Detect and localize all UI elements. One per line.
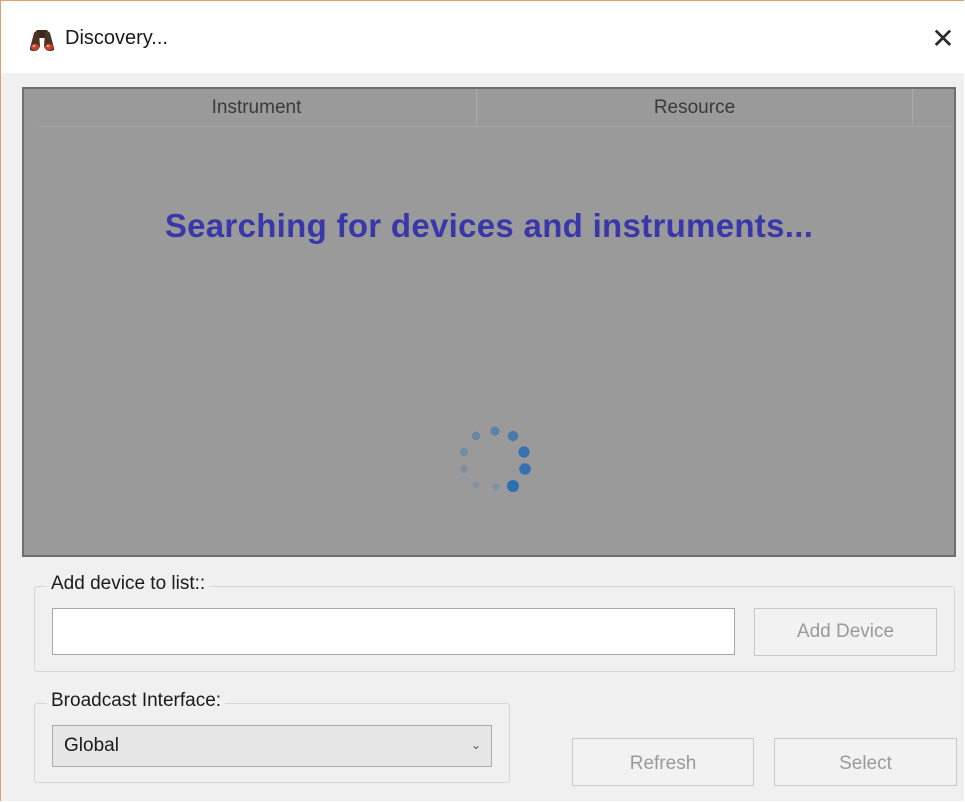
window-title: Discovery... <box>65 27 168 49</box>
dialog-body: Instrument Resource Searching for device… <box>1 73 964 801</box>
add-device-button[interactable]: Add Device <box>754 608 937 656</box>
refresh-button[interactable]: Refresh <box>572 738 754 786</box>
binoculars-icon <box>27 28 57 52</box>
device-address-input[interactable] <box>52 608 735 655</box>
list-header: Instrument Resource <box>37 89 952 127</box>
title-bar[interactable]: Discovery... ✕ <box>1 1 964 73</box>
select-button[interactable]: Select <box>774 738 957 786</box>
close-button[interactable]: ✕ <box>925 21 961 57</box>
spinner-icon <box>460 426 531 492</box>
column-header-resource[interactable]: Resource <box>477 89 913 125</box>
add-device-label: Add device to list:: <box>47 573 210 595</box>
column-header-instrument[interactable]: Instrument <box>37 89 477 125</box>
chevron-down-icon: ⌄ <box>470 738 481 752</box>
broadcast-interface-value: Global <box>64 735 119 756</box>
broadcast-interface-label: Broadcast Interface: <box>47 690 226 712</box>
column-header-filler <box>913 89 952 125</box>
broadcast-interface-select[interactable]: Global ⌄ <box>52 725 492 767</box>
discovery-window: Discovery... ✕ Instrument Resource Searc… <box>0 0 964 801</box>
close-icon: ✕ <box>931 22 955 55</box>
searching-status-text: Searching for devices and instruments... <box>164 207 814 244</box>
instrument-list[interactable]: Instrument Resource Searching for device… <box>22 87 956 557</box>
